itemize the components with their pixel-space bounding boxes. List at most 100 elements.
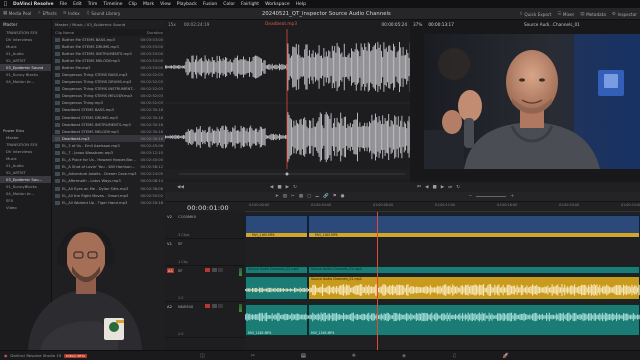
clip-list-row[interactable]: Bother Me STEMS MELODY.mp3 00:03:53:00 <box>52 57 165 64</box>
menu-trim[interactable]: Trim <box>88 2 98 7</box>
clip-list-row[interactable]: Dangerous Thing STEMS MELODY.mp3 00:02:52… <box>52 93 165 100</box>
viewer-zoom[interactable]: 37% <box>413 22 422 27</box>
video-clip[interactable]: MVI_1165.MP4 <box>245 215 308 238</box>
selection-tool-icon[interactable]: ➤ <box>275 194 279 199</box>
power-bin-item[interactable]: TRANSITION SFX <box>0 141 51 148</box>
loop-icon[interactable]: ↻ <box>293 185 297 190</box>
timeline-tracks[interactable]: MVI_1165.MP4 MVI_1165.MP4 Source Audio C… <box>245 212 640 350</box>
flag-icon[interactable]: ⚑ <box>333 194 337 199</box>
edit-page-icon[interactable]: ▤ <box>301 353 306 359</box>
bin-item[interactable]: DV Interviews <box>0 36 51 43</box>
track-header-v1[interactable]: V1 SF 1 Clip <box>165 239 245 266</box>
video-clip[interactable]: MVI_1165.MP4 <box>308 215 640 238</box>
bin-master-header[interactable]: Master <box>0 20 51 29</box>
bin-item[interactable]: TRANSITION SFX <box>0 29 51 36</box>
zoom-out-icon[interactable]: − <box>469 194 473 199</box>
duration-column-header[interactable]: Duration <box>147 31 163 35</box>
media-page-icon[interactable]: ◫ <box>200 353 205 359</box>
insert-icon[interactable]: ▩ <box>299 194 303 199</box>
marker-icon[interactable]: ● <box>341 194 345 199</box>
menu-fairlight[interactable]: Fairlight <box>241 2 259 7</box>
clip-list-row[interactable]: Bother Me STEMS BASS.mp3 00:03:53:00 <box>52 36 165 43</box>
trim-tool-icon[interactable]: ▧ <box>283 194 287 199</box>
timeline-play-reverse-icon[interactable]: ◀ <box>425 185 428 190</box>
inspector-button[interactable]: ⚙ Inspector <box>609 8 640 20</box>
source-audio-waveform[interactable] <box>165 29 410 179</box>
deliver-page-icon[interactable]: 🚀 <box>503 353 509 359</box>
clip-list-row[interactable]: EL_A Place for Us - Howard Harper-Bar...… <box>52 157 165 164</box>
clip-list-row[interactable]: Bother Me STEMS INSTRUMENTS.mp3 00:03:53:… <box>52 50 165 57</box>
clip-list-row[interactable]: Deadbeat STEMS BASS.mp3 00:02:30:18 <box>52 107 165 114</box>
timeline-timecode[interactable]: 00:00:01:00 <box>187 204 229 212</box>
menu-mark[interactable]: Mark <box>143 2 154 7</box>
effects-button[interactable]: ✧ Effects <box>34 8 60 19</box>
snapping-icon[interactable]: ⎓ <box>315 194 319 200</box>
source-zoom[interactable]: 15x <box>168 22 176 27</box>
clip-list-row[interactable]: Bother Me.mp3 00:03:53:00 <box>52 64 165 71</box>
record-arm-button[interactable] <box>205 268 210 272</box>
clip-list-row[interactable]: EL_7 - Jonas Wasstrom.mp3 00:03:12:10 <box>52 150 165 157</box>
bin-item[interactable]: 02_ARTIST <box>0 57 51 64</box>
timeline-playhead[interactable] <box>377 212 378 350</box>
clip-list-row[interactable]: Deadbeat STEMS DRUMS.mp3 00:02:30:18 <box>52 114 165 121</box>
clip-list-row[interactable]: EL_Adventure Awaits - Dream Cave.mp3 00:0… <box>52 171 165 178</box>
track-header-a2[interactable]: A2 NN5500 2.0 <box>165 302 245 338</box>
clip-list-row[interactable]: EL_A Shot of Lovin' You - Will Harrison.… <box>52 164 165 171</box>
power-bin-item[interactable]: DV Interviews <box>0 148 51 155</box>
power-bin-item-selected[interactable]: 03_Epidemic Sou... <box>0 176 51 183</box>
audio-clip[interactable]: Source Audio Channels_01.mp4 <box>245 266 308 274</box>
track-header-v2[interactable]: V2 C100MKII 3 Clips <box>165 212 245 239</box>
timeline-prev-icon[interactable]: ⏮ <box>417 184 421 190</box>
clip-list-row[interactable]: Bother Me STEMS DRUMS.mp3 00:03:53:00 <box>52 43 165 50</box>
zoom-slider[interactable] <box>476 196 507 197</box>
menu-timeline[interactable]: Timeline <box>103 2 122 7</box>
link-icon[interactable]: 🔗 <box>323 194 329 199</box>
menu-help[interactable]: Help <box>296 2 306 7</box>
track-header-a1[interactable]: A1 SF 2.0 <box>165 266 245 302</box>
viewer-timeline-name[interactable]: Source Audi...Channels_01 <box>524 22 580 27</box>
jog-left-icon[interactable]: ◀◀ <box>177 185 184 190</box>
bin-item[interactable]: 01_Sunny Blocks <box>0 71 51 78</box>
timeline-ruler[interactable]: 01:00:00:00 01:00:04:00 01:00:08:00 01:00:1… <box>245 202 640 212</box>
overwrite-icon[interactable]: ▢ <box>307 194 311 199</box>
bin-item-selected[interactable]: 03_Epidemic Sound <box>0 64 51 71</box>
menu-playback[interactable]: Playback <box>177 2 197 7</box>
menu-color[interactable]: Color <box>223 2 235 7</box>
metadata-button[interactable]: ▤ Metadata <box>577 8 609 20</box>
power-bin-item[interactable]: 02_ARTIST <box>0 169 51 176</box>
color-page-icon[interactable]: ◈ <box>402 353 406 359</box>
apple-icon[interactable]:  <box>4 1 7 7</box>
power-bin-item[interactable]: Music <box>0 155 51 162</box>
fusion-page-icon[interactable]: ❖ <box>352 353 356 359</box>
cut-page-icon[interactable]: ✂ <box>251 353 255 359</box>
power-bins-header[interactable]: Power Bins <box>0 127 51 134</box>
clip-list-row[interactable]: Dangerous Thing.mp3 00:02:52:03 <box>52 100 165 107</box>
index-button[interactable]: ≡ Index <box>60 8 83 19</box>
mute-button[interactable] <box>218 304 223 308</box>
clip-list-row[interactable]: Deadbeat STEMS INSTRUMENTS.mp3 00:02:30:1… <box>52 121 165 128</box>
clip-list-row[interactable]: Deadbeat STEMS MELODY.mp3 00:02:30:18 <box>52 128 165 135</box>
menu-view[interactable]: View <box>160 2 171 7</box>
clip-name-column-header[interactable]: Clip Name <box>55 31 74 35</box>
clip-list-row[interactable]: Dangerous Thing STEMS DRUMS.mp3 00:02:52:… <box>52 79 165 86</box>
clip-list-row[interactable]: Dangerous Thing STEMS INSTRUMENT... 00:02… <box>52 86 165 93</box>
blade-tool-icon[interactable]: ✂ <box>291 194 295 199</box>
timeline-stop-icon[interactable]: ■ <box>432 185 436 190</box>
record-arm-button[interactable] <box>205 304 210 308</box>
solo-button[interactable] <box>211 304 217 308</box>
power-bin-item[interactable]: 01_SunnyBlocks <box>0 183 51 190</box>
solo-button[interactable] <box>211 268 217 272</box>
stop-icon[interactable]: ■ <box>277 185 281 190</box>
play-icon[interactable]: ▶ <box>286 185 289 190</box>
menu-fusion[interactable]: Fusion <box>203 2 217 7</box>
timeline-play-icon[interactable]: ▶ <box>441 185 444 190</box>
bin-item[interactable]: 04_Motion Ar... <box>0 78 51 85</box>
menu-clip[interactable]: Clip <box>129 2 138 7</box>
mixer-button[interactable]: ☰ Mixer <box>554 8 577 20</box>
menu-workspace[interactable]: Workspace <box>265 2 290 7</box>
bin-item[interactable]: Music <box>0 43 51 50</box>
zoom-in-icon[interactable]: + <box>510 194 514 199</box>
menu-app-name[interactable]: DaVinci Resolve <box>13 2 54 7</box>
menu-edit[interactable]: Edit <box>73 2 82 7</box>
fairlight-page-icon[interactable]: ♫ <box>452 353 456 359</box>
